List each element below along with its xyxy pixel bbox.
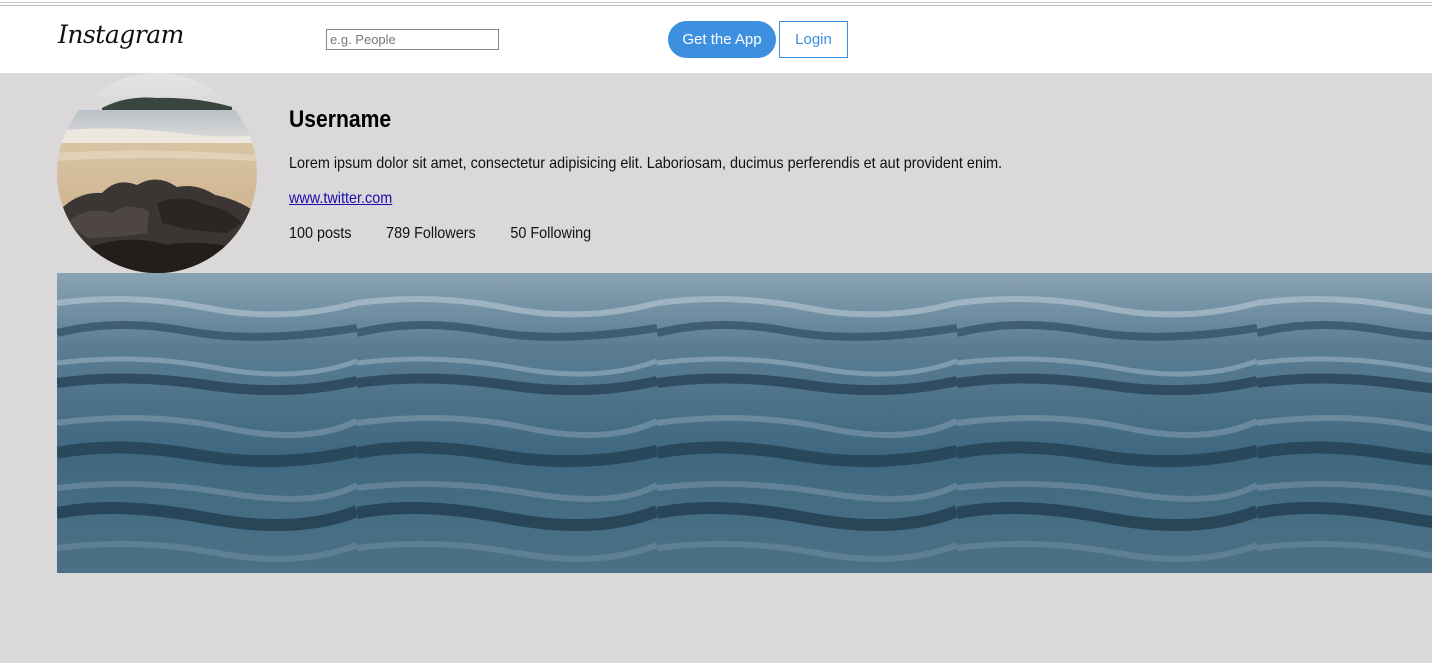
following-count[interactable]: 50 Following (510, 225, 591, 242)
ocean-water-photo (1255, 273, 1432, 573)
posts-count[interactable]: 100 posts (289, 225, 351, 242)
ocean-water-photo (955, 273, 1260, 573)
gallery-post[interactable] (1255, 273, 1432, 573)
login-button[interactable]: Login (779, 21, 848, 58)
profile-avatar[interactable] (57, 73, 257, 273)
gallery-post[interactable] (955, 273, 1260, 573)
profile-website-link[interactable]: www.twitter.com (289, 190, 392, 208)
gallery-post[interactable] (655, 273, 960, 573)
followers-count[interactable]: 789 Followers (386, 225, 476, 242)
ocean-water-photo (355, 273, 660, 573)
profile-username: Username (289, 106, 392, 133)
beach-rocks-photo (57, 73, 257, 273)
profile-bio: Lorem ipsum dolor sit amet, consectetur … (289, 155, 1003, 172)
gallery-post[interactable] (355, 273, 660, 573)
search-input[interactable] (326, 29, 499, 50)
get-the-app-button[interactable]: Get the App (668, 21, 776, 58)
ocean-water-photo (57, 273, 360, 573)
top-navigation-bar: Instagram Get the App Login (0, 6, 1432, 73)
profile-stats: 100 posts 789 Followers 50 Following (289, 225, 622, 243)
ocean-water-photo (655, 273, 960, 573)
post-gallery (57, 273, 1432, 573)
gallery-post[interactable] (57, 273, 360, 573)
instagram-logo[interactable]: Instagram (58, 20, 184, 49)
